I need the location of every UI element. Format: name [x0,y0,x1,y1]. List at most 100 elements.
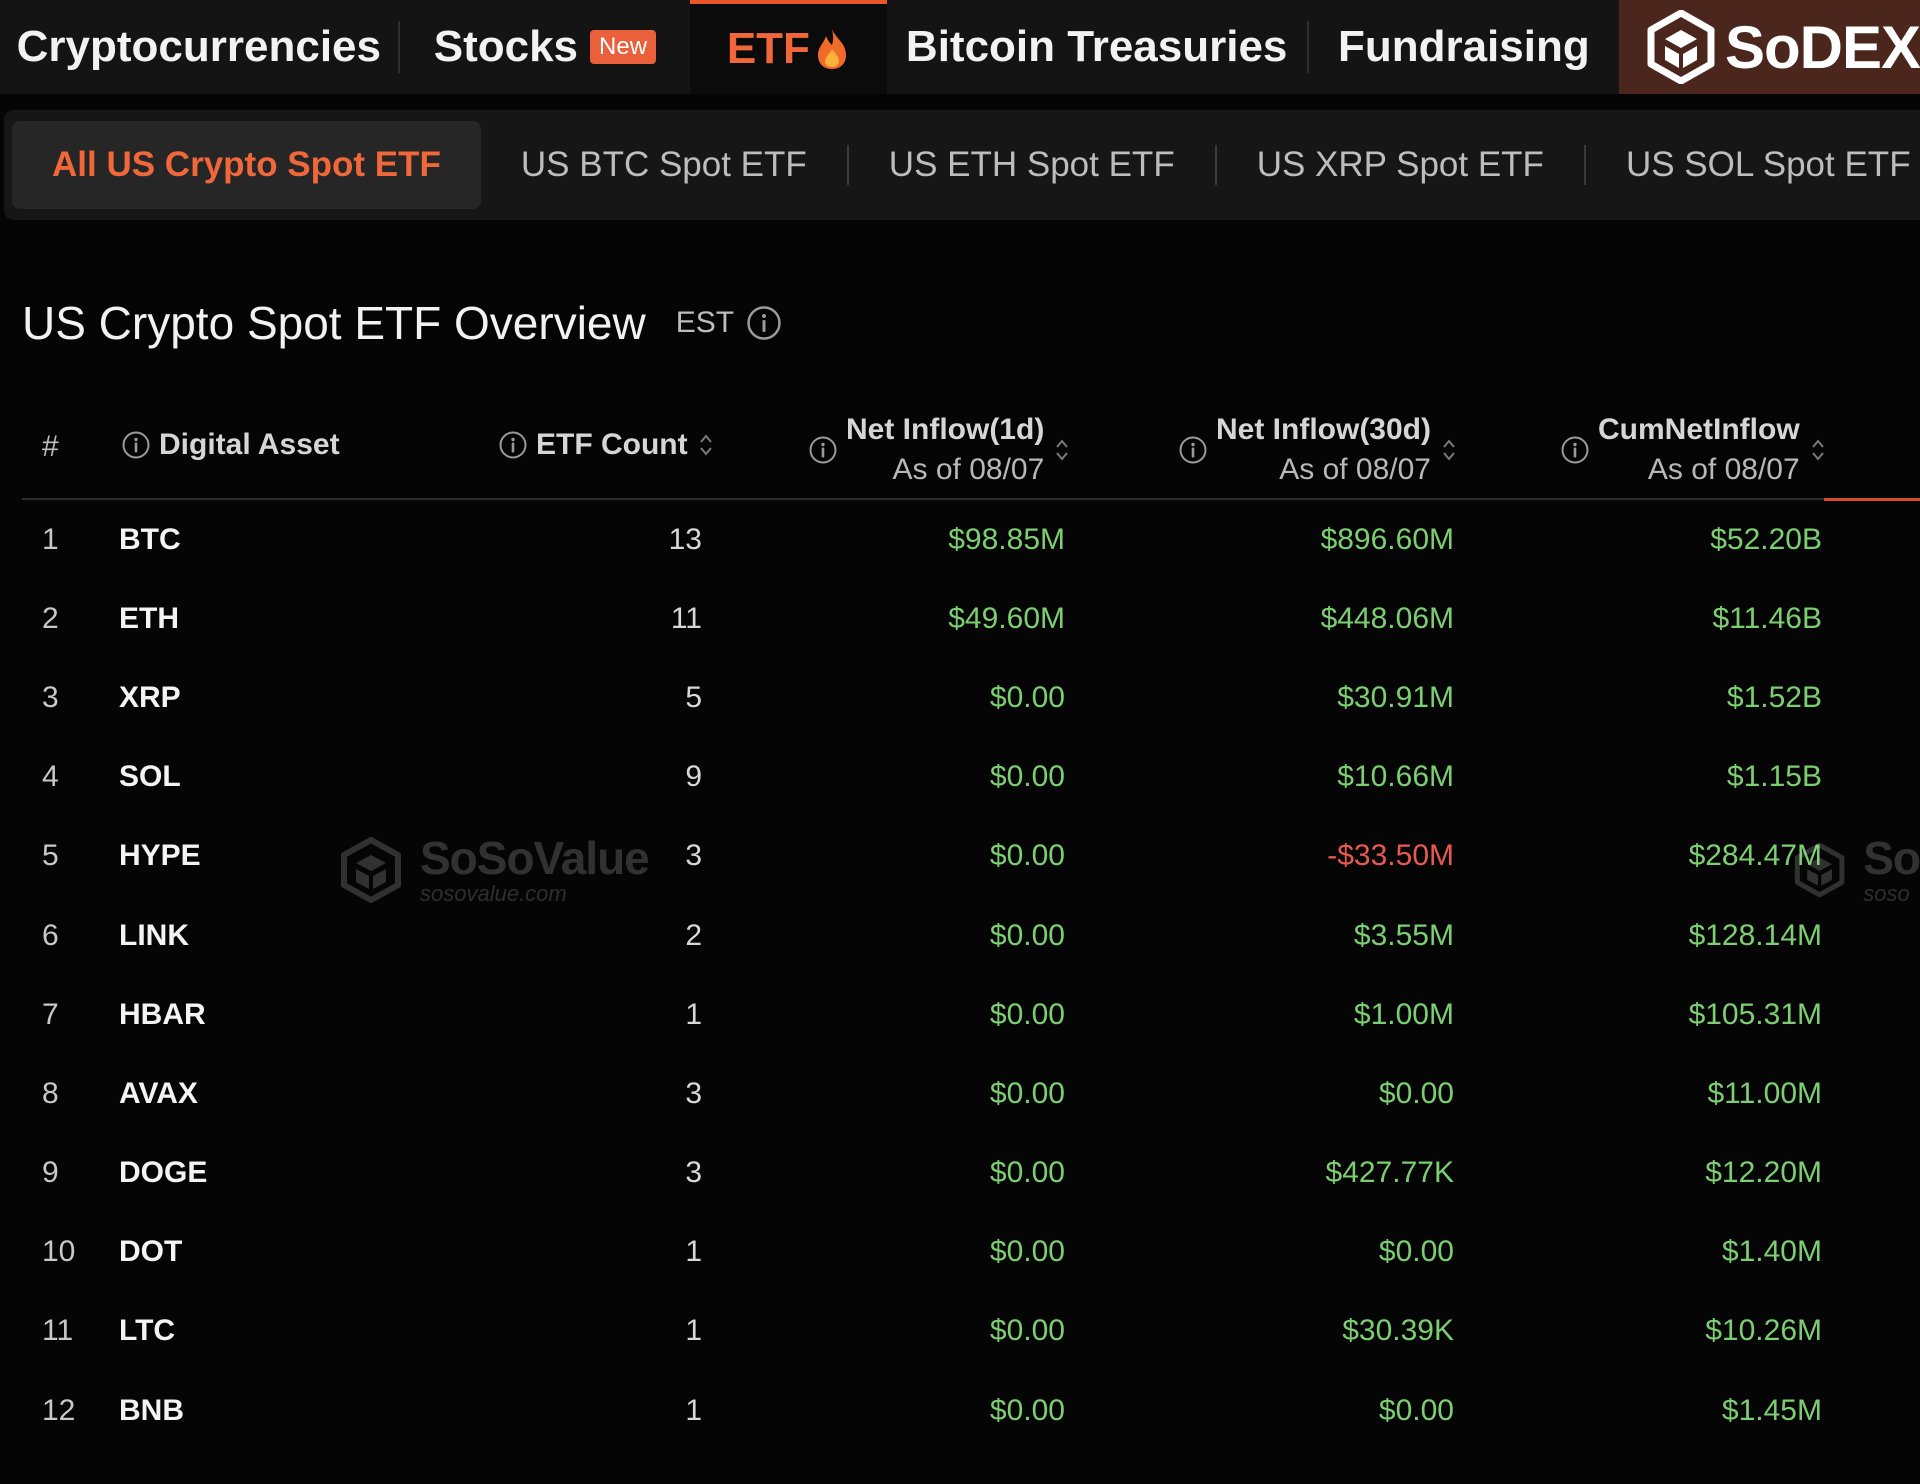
tab-all-us-crypto-spot-etf[interactable]: All US Crypto Spot ETF [12,121,481,209]
col-net-inflow-30d-header[interactable]: Net Inflow(30d) As of 08/07 [1178,410,1457,490]
row-asset-name[interactable]: HYPE [119,817,201,896]
nav-cryptocurrencies[interactable]: Cryptocurrencies [0,0,398,94]
info-icon[interactable] [1178,435,1208,465]
info-icon[interactable] [808,435,838,465]
col-net-inflow-30d-label: Net Inflow(30d) [1216,413,1431,446]
info-icon[interactable] [121,430,151,460]
row-cum-net-inflow: $284.47M [1688,839,1822,873]
table-row[interactable]: 8 AVAX 3 $0.00 $0.00 $11.00M [22,1054,1920,1133]
row-etf-count: 1 [685,1314,702,1348]
tab-us-btc-spot-etf[interactable]: US BTC Spot ETF [481,121,847,209]
row-cum-net-inflow: $1.45M [1721,1393,1822,1427]
row-rank: 10 [42,1235,76,1269]
row-asset-name[interactable]: SOL [119,738,181,817]
row-rank: 3 [42,680,59,714]
nav-etf[interactable]: ETF [690,0,887,94]
row-etf-count: 13 [668,522,702,556]
row-net-inflow-30d: $3.55M [1353,918,1454,952]
row-net-inflow-1d: $0.00 [989,1393,1065,1427]
row-net-inflow-1d: $0.00 [989,839,1065,873]
col-net-inflow-30d-date: As of 08/07 [1279,453,1431,486]
table-row[interactable]: 1 BTC 13 $98.85M $896.60M $52.20B [22,500,1920,579]
row-rank: 8 [42,1076,59,1110]
row-rank: 11 [42,1314,74,1348]
row-etf-count: 1 [685,997,702,1031]
table-row[interactable]: 12 BNB 1 $0.00 $0.00 $1.45M [22,1371,1920,1450]
row-net-inflow-1d: $0.00 [989,680,1065,714]
col-digital-asset-label: Digital Asset [159,428,340,461]
etf-sub-tabs: All US Crypto Spot ETF US BTC Spot ETF U… [4,110,1920,220]
table-row[interactable]: 4 SOL 9 $0.00 $10.66M $1.15B [22,738,1920,817]
row-net-inflow-1d: $0.00 [989,997,1065,1031]
row-cum-net-inflow: $105.31M [1688,997,1822,1031]
row-net-inflow-30d: -$33.50M [1327,839,1454,873]
col-net-inflow-1d-lines: Net Inflow(1d) As of 08/07 [846,410,1044,490]
table-row[interactable]: 10 DOT 1 $0.00 $0.00 $1.40M [22,1213,1920,1292]
col-etf-count-label: ETF Count [536,428,688,461]
nav-stocks[interactable]: Stocks New [400,0,691,94]
row-net-inflow-30d: $0.00 [1378,1393,1454,1427]
row-asset-name[interactable]: XRP [119,658,181,737]
row-asset-name[interactable]: BTC [119,500,181,579]
col-etf-count-header[interactable]: ETF Count [498,428,714,462]
table-row[interactable]: 3 XRP 5 $0.00 $30.91M $1.52B [22,658,1920,737]
row-cum-net-inflow: $11.00M [1707,1076,1822,1110]
col-cum-net-inflow-date: As of 08/07 [1647,453,1800,486]
info-icon[interactable] [498,430,528,460]
row-asset-name[interactable]: LINK [119,896,189,975]
table-row[interactable]: 5 HYPE 3 $0.00 -$33.50M $284.47M [22,817,1920,896]
tab-us-sol-spot-etf[interactable]: US SOL Spot ETF [1586,121,1920,209]
col-cum-net-inflow-lines: CumNetInflow As of 08/07 [1598,410,1800,490]
row-asset-name[interactable]: HBAR [119,975,206,1054]
row-etf-count: 9 [685,760,702,794]
nav-cryptocurrencies-label: Cryptocurrencies [16,22,381,71]
table-row[interactable]: 11 LTC 1 $0.00 $30.39K $10.26M [22,1292,1920,1371]
row-asset-name[interactable]: DOT [119,1213,182,1292]
row-net-inflow-1d: $0.00 [989,1156,1065,1190]
row-asset-name[interactable]: DOGE [119,1134,207,1213]
table-row[interactable]: 2 ETH 11 $49.60M $448.06M $11.46B [22,579,1920,658]
nav-bitcoin-treasuries[interactable]: Bitcoin Treasuries [887,0,1307,94]
row-net-inflow-1d: $98.85M [948,522,1065,556]
sodex-brand-name: SoDEX [1724,13,1920,81]
table-row[interactable]: 6 LINK 2 $0.00 $3.55M $128.14M [22,896,1920,975]
row-cum-net-inflow: $12.20M [1705,1156,1822,1190]
info-icon[interactable] [1560,435,1590,465]
row-asset-name[interactable]: BNB [119,1371,184,1450]
row-net-inflow-30d: $1.00M [1353,997,1454,1031]
row-etf-count: 3 [685,1076,702,1110]
col-cum-net-inflow-header[interactable]: CumNetInflow As of 08/07 [1560,410,1826,490]
col-net-inflow-1d-label: Net Inflow(1d) [846,413,1045,446]
row-asset-name[interactable]: AVAX [119,1054,198,1133]
col-net-inflow-1d-header[interactable]: Net Inflow(1d) As of 08/07 [808,410,1070,490]
table-row[interactable]: 9 DOGE 3 $0.00 $427.77K $12.20M [22,1134,1920,1213]
info-icon[interactable] [746,305,782,341]
row-net-inflow-30d: $0.00 [1378,1076,1454,1110]
row-rank: 5 [42,839,59,873]
etf-overview-table: # Digital Asset ETF Count Net Inflow(1d)… [22,400,1920,1450]
row-rank: 1 [42,522,59,556]
page-title: US Crypto Spot ETF Overview [22,297,646,349]
nav-etf-label: ETF [726,24,810,73]
row-asset-name[interactable]: ETH [119,579,179,658]
row-cum-net-inflow: $128.14M [1688,918,1822,952]
row-cum-net-inflow: $1.52B [1726,680,1822,714]
sort-icon[interactable] [698,431,714,459]
table-row[interactable]: 7 HBAR 1 $0.00 $1.00M $105.31M [22,975,1920,1054]
tab-us-xrp-spot-etf[interactable]: US XRP Spot ETF [1217,121,1584,209]
row-asset-name[interactable]: LTC [119,1292,175,1371]
row-net-inflow-1d: $0.00 [989,1076,1065,1110]
table-header: # Digital Asset ETF Count Net Inflow(1d)… [22,400,1920,501]
row-net-inflow-1d: $0.00 [989,1314,1065,1348]
sodex-brand-link[interactable]: SoDEX [1618,0,1920,94]
new-badge: New [590,30,657,64]
sort-icon[interactable] [1810,436,1826,464]
row-net-inflow-1d: $49.60M [948,601,1065,635]
sort-icon[interactable] [1054,436,1070,464]
nav-fundraising-label: Fundraising [1337,22,1590,71]
nav-fundraising[interactable]: Fundraising [1309,0,1619,94]
row-rank: 6 [42,918,59,952]
sort-icon[interactable] [1441,436,1457,464]
row-etf-count: 3 [685,839,702,873]
tab-us-eth-spot-etf[interactable]: US ETH Spot ETF [849,121,1215,209]
